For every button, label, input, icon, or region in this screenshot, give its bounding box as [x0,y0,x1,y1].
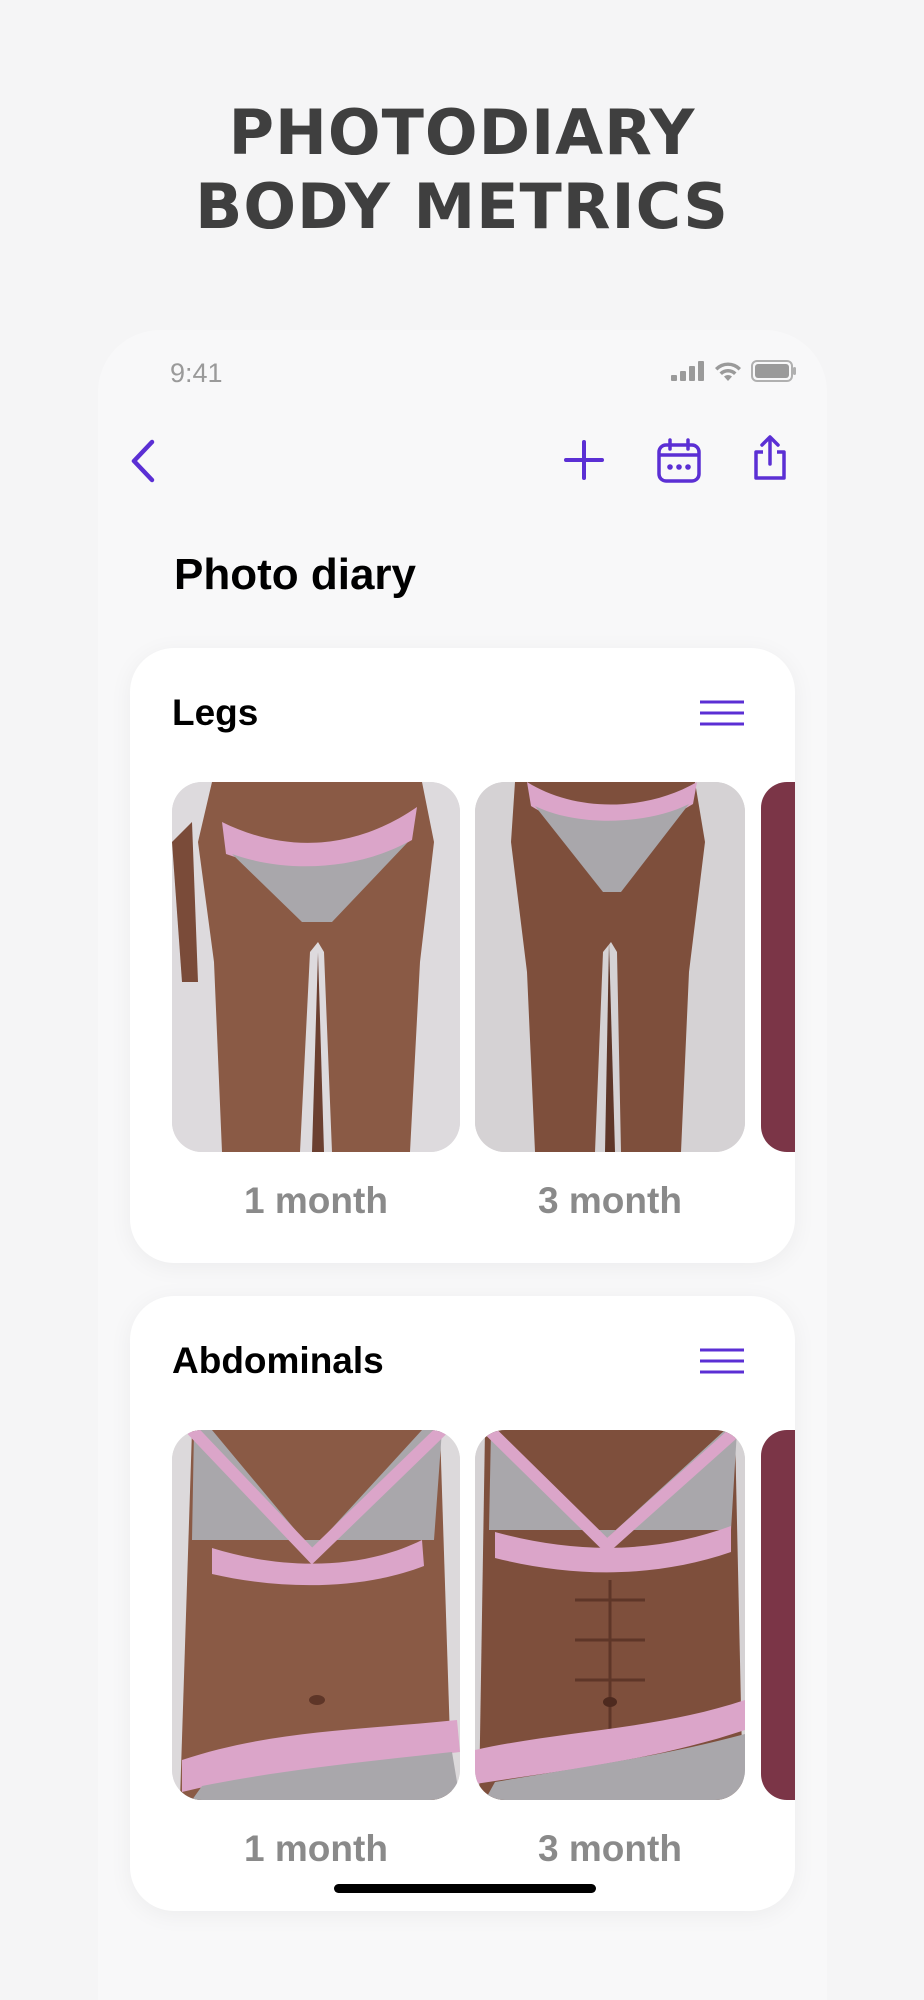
calendar-icon[interactable] [656,438,702,484]
photo-thumbnail[interactable] [761,1430,795,1800]
legs-photo-image [172,782,460,1152]
section-title: Legs [172,692,259,733]
headline: PHOTODIARY BODY METRICS [0,96,924,244]
chevron-left-icon[interactable] [124,436,164,486]
photo-thumbnail[interactable] [475,1430,745,1800]
status-icons [671,360,797,382]
photo-thumbnail[interactable] [172,1430,460,1800]
battery-icon [751,360,796,382]
photo-thumbnail[interactable] [172,782,460,1152]
legs-photo-image [475,782,745,1152]
wifi-icon [715,362,741,381]
section-title: Abdominals [172,1340,384,1381]
photo-thumbnail[interactable] [761,782,795,1152]
photo-thumbnail[interactable] [475,782,745,1152]
photo-label: 1 month [244,1828,388,1869]
hamburger-menu-icon[interactable] [699,700,745,726]
headline-line-2: BODY METRICS [195,170,729,243]
home-indicator[interactable] [334,1884,596,1893]
section-card-legs: Legs 1 month 3 month [130,648,795,1263]
photo-label: 1 month [244,1180,388,1221]
headline-line-1: PHOTODIARY [228,96,696,169]
phone-screen: 9:41 Photo diary Legs 1 month 3 month Ab… [98,330,827,2000]
abdominals-photo-image [172,1430,460,1800]
status-time: 9:41 [170,358,223,388]
abdominals-photo-image [475,1430,745,1800]
section-card-abdominals: Abdominals 1 month 3 month [130,1296,795,1911]
cellular-signal-icon [671,361,704,381]
share-icon[interactable] [750,434,790,482]
photo-label: 3 month [538,1180,682,1221]
plus-icon[interactable] [562,438,606,482]
hamburger-menu-icon[interactable] [699,1348,745,1374]
page-title: Photo diary [174,550,417,599]
photo-label: 3 month [538,1828,682,1869]
